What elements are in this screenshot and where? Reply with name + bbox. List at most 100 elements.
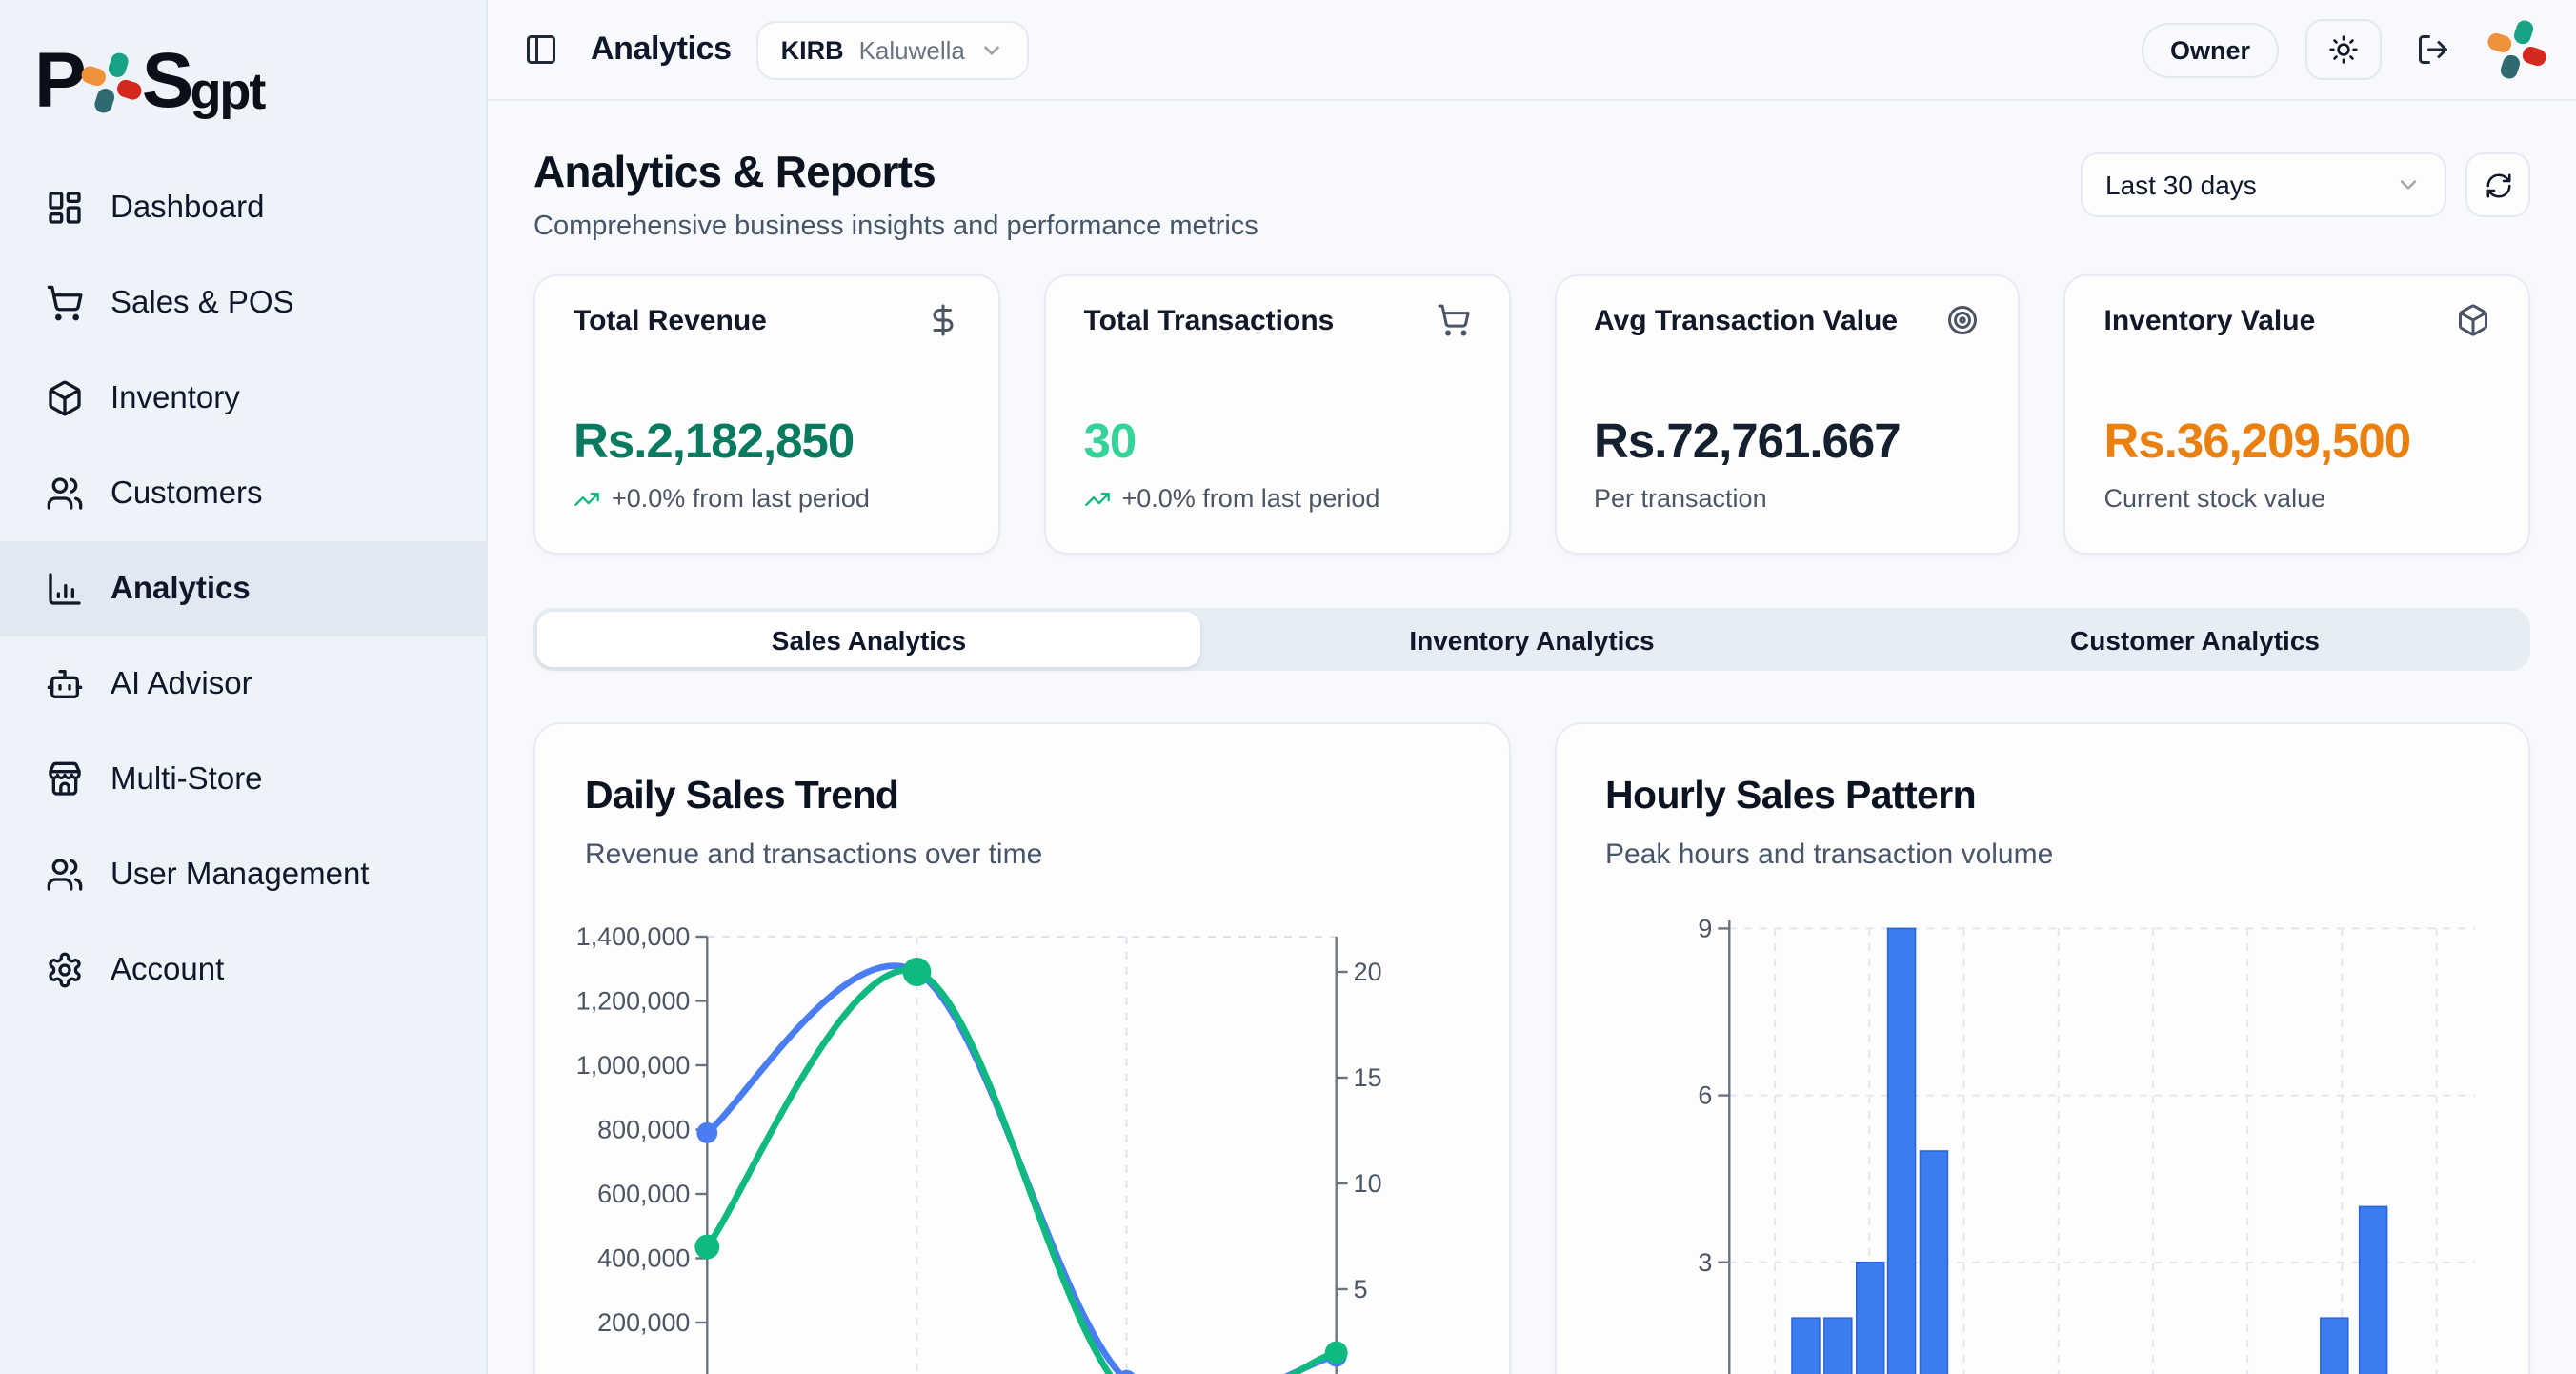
sidebar-item-label: Customers <box>111 475 263 512</box>
section-subtitle: Comprehensive business insights and perf… <box>533 212 1258 242</box>
page-title: Analytics <box>591 30 732 69</box>
chart-title: Hourly Sales Pattern <box>1556 723 2528 818</box>
sidebar-item-label: Inventory <box>111 380 240 416</box>
metric-change: +0.0% from last period <box>612 484 870 513</box>
chevron-down-icon <box>980 37 1005 62</box>
store-selector[interactable]: KIRB Kaluwella <box>756 20 1030 79</box>
users-icon <box>46 475 84 513</box>
page-content: Analytics & Reports Comprehensive busine… <box>488 101 2576 1374</box>
sidebar-item-label: AI Advisor <box>111 666 252 702</box>
logout-icon <box>2416 32 2450 67</box>
sidebar-item-dashboard[interactable]: Dashboard <box>0 160 486 255</box>
charts-row: Daily Sales Trend Revenue and transactio… <box>533 721 2530 1374</box>
sidebar-item-inventory[interactable]: Inventory <box>0 351 486 446</box>
sidebar-toggle-button[interactable] <box>516 25 566 74</box>
sidebar-item-label: Dashboard <box>111 190 264 226</box>
sidebar: P S gpt Dashboard Sales & POS Inventory … <box>0 0 488 1374</box>
metric-card-total-revenue: Total Revenue Rs.2,182,850 +0.0% from la… <box>533 274 1000 555</box>
chart-subtitle: Peak hours and transaction volume <box>1556 818 2528 870</box>
sidebar-item-customers[interactable]: Customers <box>0 446 486 541</box>
metric-card-total-transactions: Total Transactions 30 +0.0% from last pe… <box>1044 274 1511 555</box>
logo-pinwheel-icon <box>79 49 146 115</box>
metric-subtext: Current stock value <box>2104 484 2326 513</box>
sidebar-item-analytics[interactable]: Analytics <box>0 541 486 636</box>
date-range-select[interactable]: Last 30 days <box>2081 152 2446 217</box>
svg-text:600,000: 600,000 <box>597 1179 690 1207</box>
sidebar-item-label: User Management <box>111 857 369 893</box>
metric-label: Inventory Value <box>2104 304 2316 336</box>
tab-sales-analytics[interactable]: Sales Analytics <box>537 612 1200 667</box>
svg-text:20: 20 <box>1354 957 1382 985</box>
svg-text:3: 3 <box>1697 1247 1711 1276</box>
svg-text:200,000: 200,000 <box>597 1307 690 1336</box>
metric-value: 30 <box>1084 415 1471 471</box>
main-area: Analytics KIRB Kaluwella Owner <box>488 0 2576 1374</box>
sidebar-item-sales-pos[interactable]: Sales & POS <box>0 255 486 351</box>
svg-text:9: 9 <box>1697 913 1711 941</box>
users-icon <box>46 856 84 894</box>
brand-logo: P S gpt <box>0 0 486 133</box>
panel-left-icon <box>524 32 558 67</box>
gear-icon <box>46 951 84 989</box>
sidebar-item-account[interactable]: Account <box>0 922 486 1018</box>
tab-inventory-analytics[interactable]: Inventory Analytics <box>1200 612 1863 667</box>
trending-up-icon <box>1084 485 1111 512</box>
svg-text:1,200,000: 1,200,000 <box>576 985 691 1014</box>
metric-value: Rs.36,209,500 <box>2104 415 2491 471</box>
svg-text:6: 6 <box>1697 1081 1711 1109</box>
sidebar-nav: Dashboard Sales & POS Inventory Customer… <box>0 160 486 1018</box>
chart-subtitle: Revenue and transactions over time <box>535 818 1508 870</box>
chart-title: Daily Sales Trend <box>535 723 1508 818</box>
date-range-value: Last 30 days <box>2105 170 2257 200</box>
logo-gpt: gpt <box>190 63 264 122</box>
package-icon <box>2456 303 2490 337</box>
section-title: Analytics & Reports <box>533 147 1258 198</box>
sun-icon <box>2328 34 2359 65</box>
hourly-sales-card: Hourly Sales Pattern Peak hours and tran… <box>1554 721 2530 1374</box>
metric-card-inventory-value: Inventory Value Rs.36,209,500 Current st… <box>2064 274 2531 555</box>
logout-button[interactable] <box>2408 25 2458 74</box>
package-icon <box>46 379 84 417</box>
cart-icon <box>1436 303 1470 337</box>
analytics-tabs: Sales Analytics Inventory Analytics Cust… <box>533 608 2530 671</box>
store-icon <box>46 760 84 798</box>
target-icon <box>1946 303 1981 337</box>
sidebar-item-ai-advisor[interactable]: AI Advisor <box>0 636 486 732</box>
avatar[interactable] <box>2485 17 2549 82</box>
store-name: Kaluwella <box>859 35 965 64</box>
top-bar: Analytics KIRB Kaluwella Owner <box>488 0 2576 101</box>
sidebar-item-multi-store[interactable]: Multi-Store <box>0 732 486 827</box>
svg-text:400,000: 400,000 <box>597 1243 690 1271</box>
daily-sales-card: Daily Sales Trend Revenue and transactio… <box>533 721 1510 1374</box>
chevron-down-icon <box>2395 172 2422 198</box>
refresh-button[interactable] <box>2465 152 2530 217</box>
metric-label: Total Transactions <box>1084 304 1335 336</box>
tab-customer-analytics[interactable]: Customer Analytics <box>1863 612 2526 667</box>
metric-label: Avg Transaction Value <box>1594 304 1898 336</box>
metric-subtext: Per transaction <box>1594 484 1767 513</box>
app-window: P S gpt Dashboard Sales & POS Inventory … <box>0 0 2576 1374</box>
svg-text:15: 15 <box>1354 1062 1382 1091</box>
sidebar-item-label: Account <box>111 952 224 988</box>
role-badge[interactable]: Owner <box>2142 22 2279 77</box>
logo-letter-p: P <box>34 41 83 119</box>
theme-toggle-button[interactable] <box>2305 19 2382 80</box>
logo-letter-s: S <box>142 41 191 119</box>
trending-up-icon <box>574 485 600 512</box>
refresh-icon <box>2484 171 2512 199</box>
cart-icon <box>46 284 84 322</box>
svg-text:1,400,000: 1,400,000 <box>576 921 691 950</box>
sidebar-item-label: Sales & POS <box>111 285 294 321</box>
bot-icon <box>46 665 84 703</box>
svg-text:5: 5 <box>1354 1274 1368 1303</box>
svg-text:800,000: 800,000 <box>597 1114 690 1142</box>
svg-text:1,000,000: 1,000,000 <box>576 1050 691 1079</box>
sidebar-item-user-management[interactable]: User Management <box>0 827 486 922</box>
metric-card-avg-transaction: Avg Transaction Value Rs.72,761.667 Per … <box>1554 274 2021 555</box>
svg-text:10: 10 <box>1354 1168 1382 1197</box>
metric-label: Total Revenue <box>574 304 767 336</box>
store-code: KIRB <box>781 35 844 64</box>
metric-change: +0.0% from last period <box>1122 484 1380 513</box>
dollar-icon <box>926 303 960 337</box>
sidebar-item-label: Multi-Store <box>111 761 263 798</box>
